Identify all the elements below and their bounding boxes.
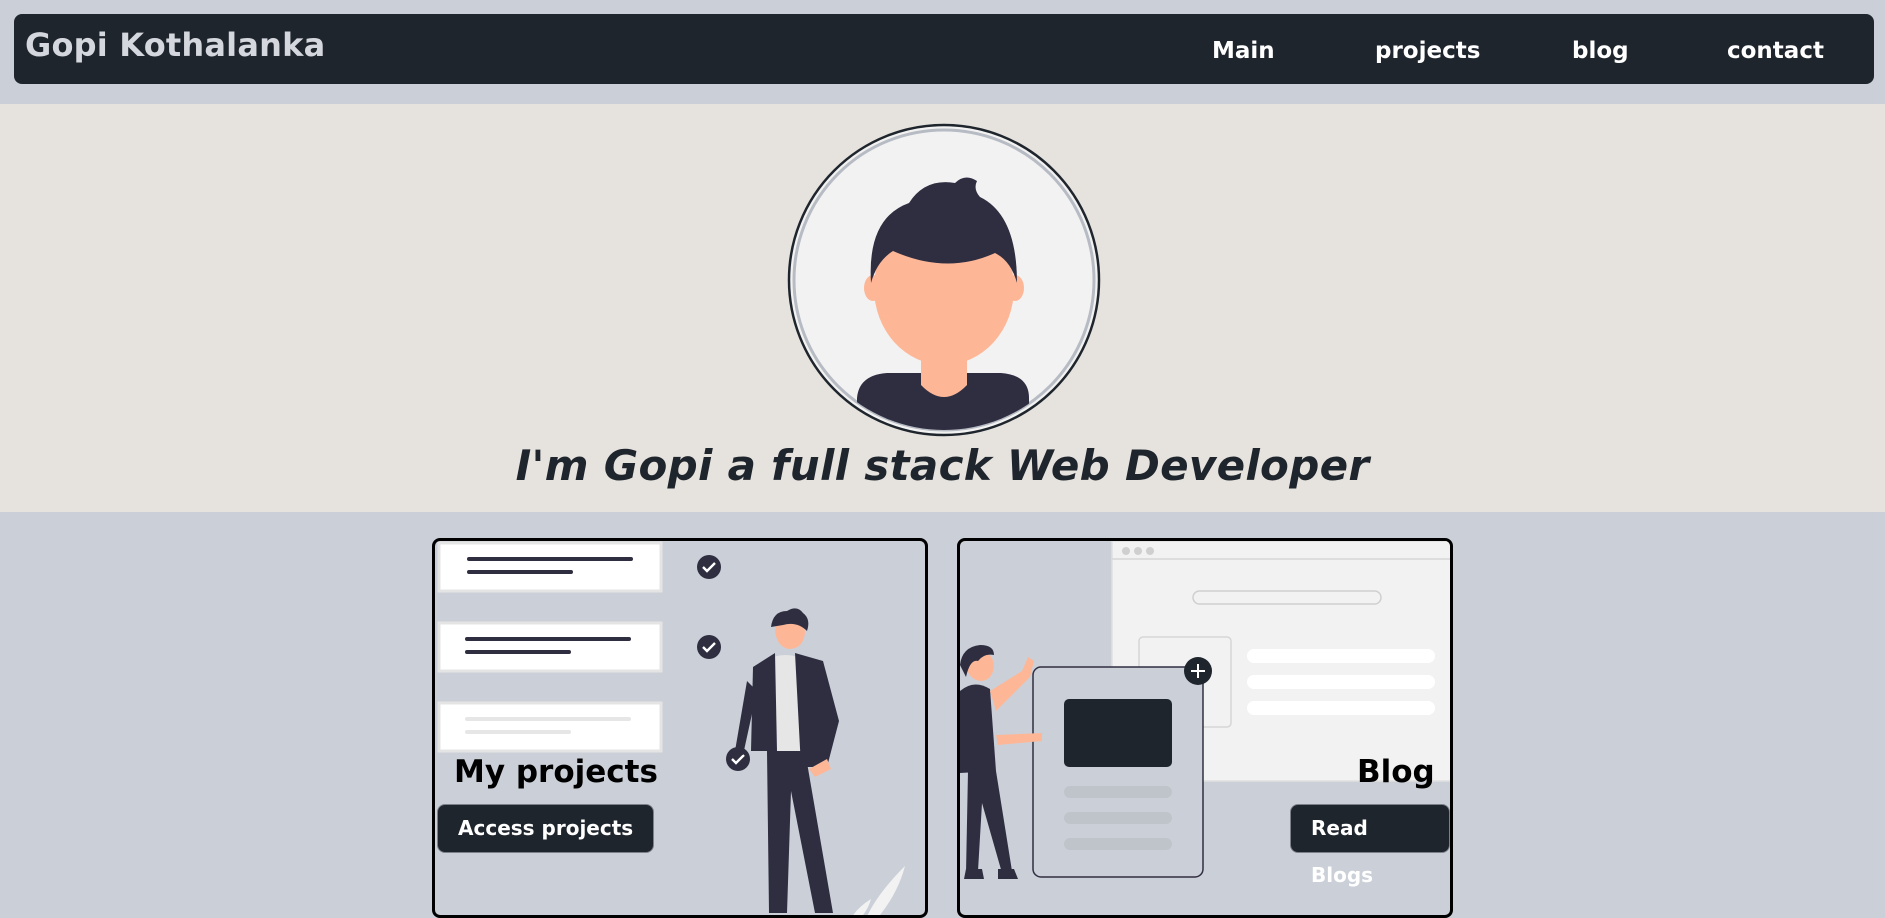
nav-link-main[interactable]: Main bbox=[1212, 38, 1275, 64]
blog-card-title: Blog bbox=[1357, 754, 1435, 790]
nav-link-projects[interactable]: projects bbox=[1375, 38, 1480, 64]
hero-tagline: I'm Gopi a full stack Web Developer bbox=[515, 441, 1370, 490]
hero-section: I'm Gopi a full stack Web Developer bbox=[0, 104, 1885, 512]
browser-person-illustration-icon bbox=[960, 541, 1450, 879]
navbar: Gopi Kothalanka Main projects blog conta… bbox=[14, 14, 1874, 84]
checklist-person-illustration-icon bbox=[437, 541, 905, 915]
projects-card-title: My projects bbox=[454, 754, 658, 790]
projects-card: My projects Access projects bbox=[432, 538, 928, 918]
nav-link-contact[interactable]: contact bbox=[1727, 38, 1824, 64]
person-avatar-icon bbox=[787, 123, 1101, 437]
access-projects-button[interactable]: Access projects bbox=[437, 804, 655, 853]
blog-card: Blog Read Blogs bbox=[957, 538, 1453, 918]
brand-title[interactable]: Gopi Kothalanka bbox=[25, 26, 325, 64]
read-blogs-button[interactable]: Read Blogs bbox=[1290, 804, 1450, 887]
avatar bbox=[787, 123, 1101, 437]
nav-link-blog[interactable]: blog bbox=[1572, 38, 1629, 64]
